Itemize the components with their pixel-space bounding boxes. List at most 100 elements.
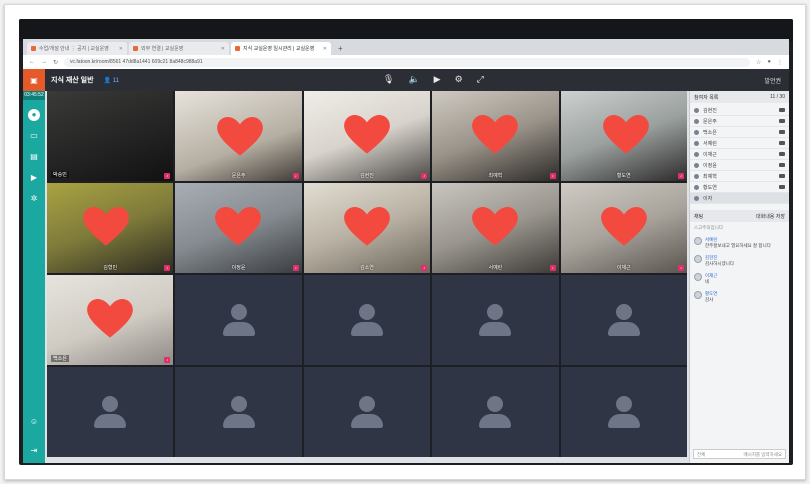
person-icon (694, 140, 699, 146)
url-field[interactable]: vc.fatoon.kr/room/8561 47dd8a1441 609c21… (64, 57, 750, 67)
menu-icon[interactable]: ⋮ (777, 59, 783, 66)
monitor-screen: 수업/개설 안내 ⋮ 공지 | 교실운영 ✕ 외부 연결 | 교실운영 ✕ 지식 교… (19, 19, 793, 465)
participant-item[interactable]: 서예린 (690, 138, 789, 149)
participant-item[interactable]: 이정윤 (690, 160, 789, 171)
reload-icon[interactable]: ↻ (53, 59, 58, 66)
video-tile[interactable]: 김소연 ♪ (303, 183, 431, 273)
gear-icon[interactable]: ⚙ (455, 74, 463, 85)
participant-item[interactable]: 최예혁 (690, 171, 789, 182)
participant-item[interactable]: 이자 (690, 193, 789, 204)
camera-icon (779, 174, 785, 178)
video-tile[interactable]: 백소은 ♪ (47, 275, 174, 365)
chat-text: 감사하시겠니다 (705, 261, 734, 266)
chat-title: 채팅 (694, 213, 704, 220)
video-tile[interactable]: 김형민 ♪ (47, 183, 174, 273)
participant-name: 이자 (703, 195, 713, 202)
close-icon[interactable]: ✕ (221, 46, 225, 52)
user-icon[interactable]: ● (28, 109, 40, 121)
video-tile[interactable]: 이정윤 ♪ (175, 183, 302, 273)
video-tile[interactable]: 서예린 ♪ (432, 183, 559, 273)
star-icon[interactable]: ☆ (756, 59, 761, 66)
person-placeholder-icon (345, 300, 389, 340)
person-icon (694, 129, 699, 135)
person-icon (694, 184, 699, 190)
chat-body: 스고주의입니다 서예린 한주할보내고 열요하세요 잘 합니다 김현진 감사하시겠니다… (690, 222, 789, 312)
participants-list: 김현진 문은주 백소은 서예린 이재근 이정윤 최예혁 황도연 이자 (690, 103, 789, 206)
video-tile[interactable]: 박승민 ♪ (47, 91, 174, 181)
session-timer: 03:45:52 (23, 91, 45, 100)
participant-item[interactable]: 문은주 (690, 116, 789, 127)
browser-tab-active[interactable]: 지식 교실운영 일시관리 | 교실운영 ✕ (231, 42, 331, 55)
participant-item[interactable]: 이재근 (690, 149, 789, 160)
tab-label: 수업/개설 안내 ⋮ 공지 | 교실운영 (39, 46, 109, 52)
heart-sticker-icon (343, 115, 390, 155)
logout-icon[interactable]: ⇥ (28, 445, 40, 457)
person-placeholder-icon (602, 392, 646, 432)
browser-tab[interactable]: 수업/개설 안내 ⋮ 공지 | 교실운영 ✕ (27, 42, 127, 55)
settings-icon[interactable]: ✲ (28, 193, 40, 205)
exit-button[interactable]: 발언권 (764, 76, 781, 85)
right-panel: 참여자 목록 11 / 30 김현진 문은주 백소은 서예린 이재근 이정윤 최… (689, 91, 789, 463)
tab-label: 외부 연결 | 교실운영 (141, 46, 184, 52)
empty-video-tile (47, 367, 174, 457)
participant-item[interactable]: 백소은 (690, 127, 789, 138)
person-placeholder-icon (602, 300, 646, 340)
chat-scope-select[interactable]: 전체 (697, 450, 705, 458)
media-controls: 🎙 🔈 ▶ ⚙ ⤢ (383, 74, 484, 85)
video-tile[interactable]: 문은주 ♪ (175, 91, 302, 181)
back-icon[interactable]: ← (29, 59, 35, 65)
screen-share-icon[interactable]: ▭ (28, 130, 40, 142)
heart-sticker-icon (602, 115, 649, 155)
video-icon[interactable]: ▶ (28, 172, 40, 184)
empty-video-tile (432, 275, 559, 365)
avatar-icon (694, 237, 702, 245)
extension-icon[interactable]: ● (767, 59, 771, 66)
person-placeholder-icon (217, 392, 261, 432)
participant-item[interactable]: 김현진 (690, 105, 789, 116)
person-placeholder-icon (217, 300, 261, 340)
chat-message: 이재근 네 (694, 273, 785, 285)
profile-icon[interactable]: ☺ (28, 416, 40, 428)
video-tile[interactable]: 김현진 ♪ (303, 91, 431, 181)
video-tile[interactable]: 최예혁 ♪ (432, 91, 559, 181)
person-icon (694, 162, 699, 168)
mic-badge-icon: ♪ (292, 173, 299, 179)
room-title: 지식 재산 일반 (51, 77, 94, 84)
mic-badge-icon: ♪ (678, 173, 684, 179)
tile-name: 황도연 (616, 173, 631, 179)
empty-video-tile (432, 367, 559, 457)
video-tile[interactable]: 황도연 ♪ (560, 91, 687, 181)
speaker-icon[interactable]: 🔈 (408, 74, 419, 85)
participant-name: 이재근 (703, 151, 717, 158)
participants-count: 11 / 30 (770, 94, 785, 100)
mic-badge-icon: ♪ (678, 265, 684, 271)
close-icon[interactable]: ✕ (323, 46, 327, 52)
forward-icon[interactable]: → (41, 59, 47, 65)
tab-label: 지식 교실운영 일시관리 | 교실운영 (243, 46, 315, 52)
empty-video-tile (303, 275, 431, 365)
extensions: ☆ ● ⋮ (756, 59, 783, 66)
chat-save-option[interactable]: 대화내용 저장 (756, 213, 785, 220)
document-icon[interactable]: ▤ (28, 151, 40, 163)
heart-sticker-icon (472, 115, 519, 155)
fullscreen-icon[interactable]: ⤢ (477, 74, 484, 85)
close-icon[interactable]: ✕ (119, 46, 123, 52)
camera-icon (779, 108, 785, 112)
browser-tab[interactable]: 외부 연결 | 교실운영 ✕ (129, 42, 229, 55)
chat-text: 한주할보내고 열요하세요 잘 합니다 (705, 243, 771, 248)
mic-badge-icon: ♪ (292, 265, 299, 271)
tile-name: 최예혁 (488, 173, 503, 179)
mic-badge-icon: ♪ (164, 357, 171, 363)
person-placeholder-icon (473, 300, 517, 340)
camera-icon (779, 130, 785, 134)
camera-icon[interactable]: ▶ (434, 74, 441, 85)
address-bar: ← → ↻ vc.fatoon.kr/room/8561 47dd8a1441 … (23, 55, 789, 69)
video-tile[interactable]: 이재근 ♪ (560, 183, 687, 273)
person-icon (694, 151, 699, 157)
new-tab-button[interactable]: + (333, 42, 348, 55)
mic-icon[interactable]: 🎙 (383, 74, 394, 85)
participant-count-value: 11 (112, 77, 119, 84)
mic-badge-icon: ♪ (549, 265, 556, 271)
participant-item[interactable]: 황도연 (690, 182, 789, 193)
chat-input[interactable]: 전체 메시지를 입력하세요 (693, 449, 786, 459)
